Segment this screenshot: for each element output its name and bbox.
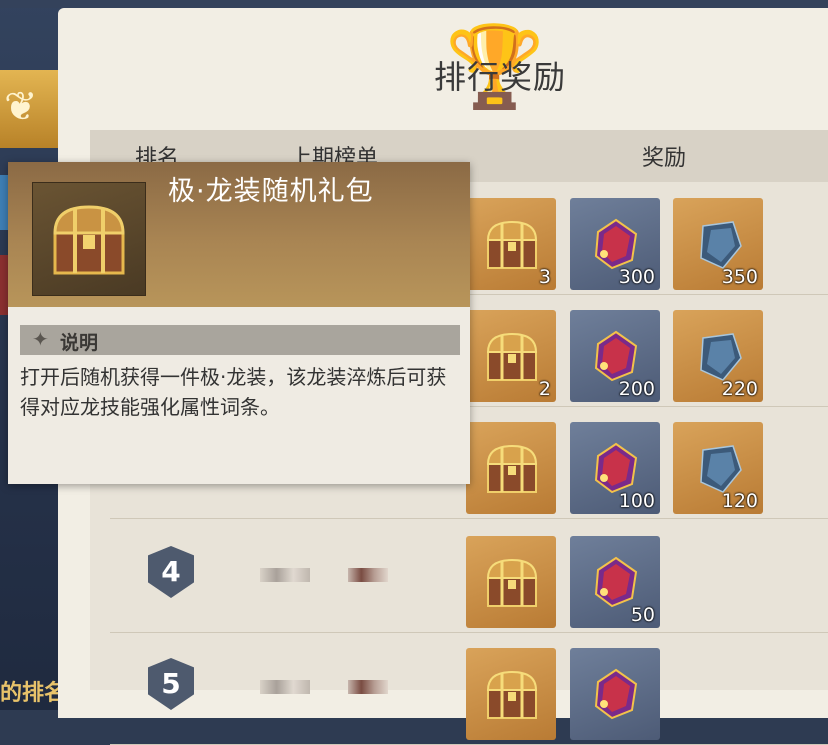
server-name-blurred xyxy=(348,680,388,694)
chest-reward[interactable] xyxy=(466,648,556,740)
red-gem-reward[interactable]: 100 xyxy=(570,422,660,514)
top-bar xyxy=(0,0,828,8)
page-title: 排行奖励 xyxy=(433,58,566,96)
item-name: 极·龙装随机礼包 xyxy=(168,176,374,207)
reward-count: 120 xyxy=(721,490,758,512)
reward-count: 350 xyxy=(721,266,758,288)
chest-reward[interactable]: 2 xyxy=(466,310,556,402)
rank-badge: 4 xyxy=(148,546,194,598)
tooltip-header: 极·龙装随机礼包 xyxy=(8,162,470,307)
reward-count: 300 xyxy=(618,266,655,288)
section-label: 说明 xyxy=(60,332,99,354)
rank-badge: 5 xyxy=(148,658,194,710)
sidebar-bottom-label: 的排名 xyxy=(0,681,60,706)
reward-count: 100 xyxy=(618,490,655,512)
chest-reward[interactable] xyxy=(466,422,556,514)
table-row: 5 xyxy=(110,632,828,745)
sparkle-icon: ✦ xyxy=(32,327,49,351)
item-description: 打开后随机获得一件极·龙装，该龙装淬炼后可获得对应龙技能强化属性词条。 xyxy=(20,365,447,419)
reward-count: 200 xyxy=(618,378,655,400)
reward-count: 2 xyxy=(538,378,551,400)
red-gem-reward[interactable]: 300 xyxy=(570,198,660,290)
player-name-blurred xyxy=(260,568,310,582)
player-name-blurred xyxy=(260,680,310,694)
header-reward: 奖励 xyxy=(642,146,687,171)
chest-icon xyxy=(32,182,146,296)
section-header: ✦ 说明 xyxy=(20,325,460,355)
blue-gem-reward[interactable]: 120 xyxy=(673,422,763,514)
red-gem-reward[interactable]: 50 xyxy=(570,536,660,628)
item-tooltip: 极·龙装随机礼包 ✦ 说明 打开后随机获得一件极·龙装，该龙装淬炼后可获得对应龙… xyxy=(8,162,470,484)
reward-count: 3 xyxy=(538,266,551,288)
sidebar-tab-red[interactable] xyxy=(0,255,8,315)
wing-icon: ❦ xyxy=(4,84,38,130)
server-name-blurred xyxy=(348,568,388,582)
red-gem-reward[interactable] xyxy=(570,648,660,740)
reward-count: 50 xyxy=(630,604,655,626)
red-gem-reward[interactable]: 200 xyxy=(570,310,660,402)
table-row: 4 50 xyxy=(110,520,828,633)
blue-gem-reward[interactable]: 350 xyxy=(673,198,763,290)
chest-reward[interactable]: 3 xyxy=(466,198,556,290)
chest-reward[interactable] xyxy=(466,536,556,628)
reward-count: 220 xyxy=(721,378,758,400)
blue-gem-reward[interactable]: 220 xyxy=(673,310,763,402)
sidebar-tab-active[interactable]: ❦ xyxy=(0,70,60,148)
